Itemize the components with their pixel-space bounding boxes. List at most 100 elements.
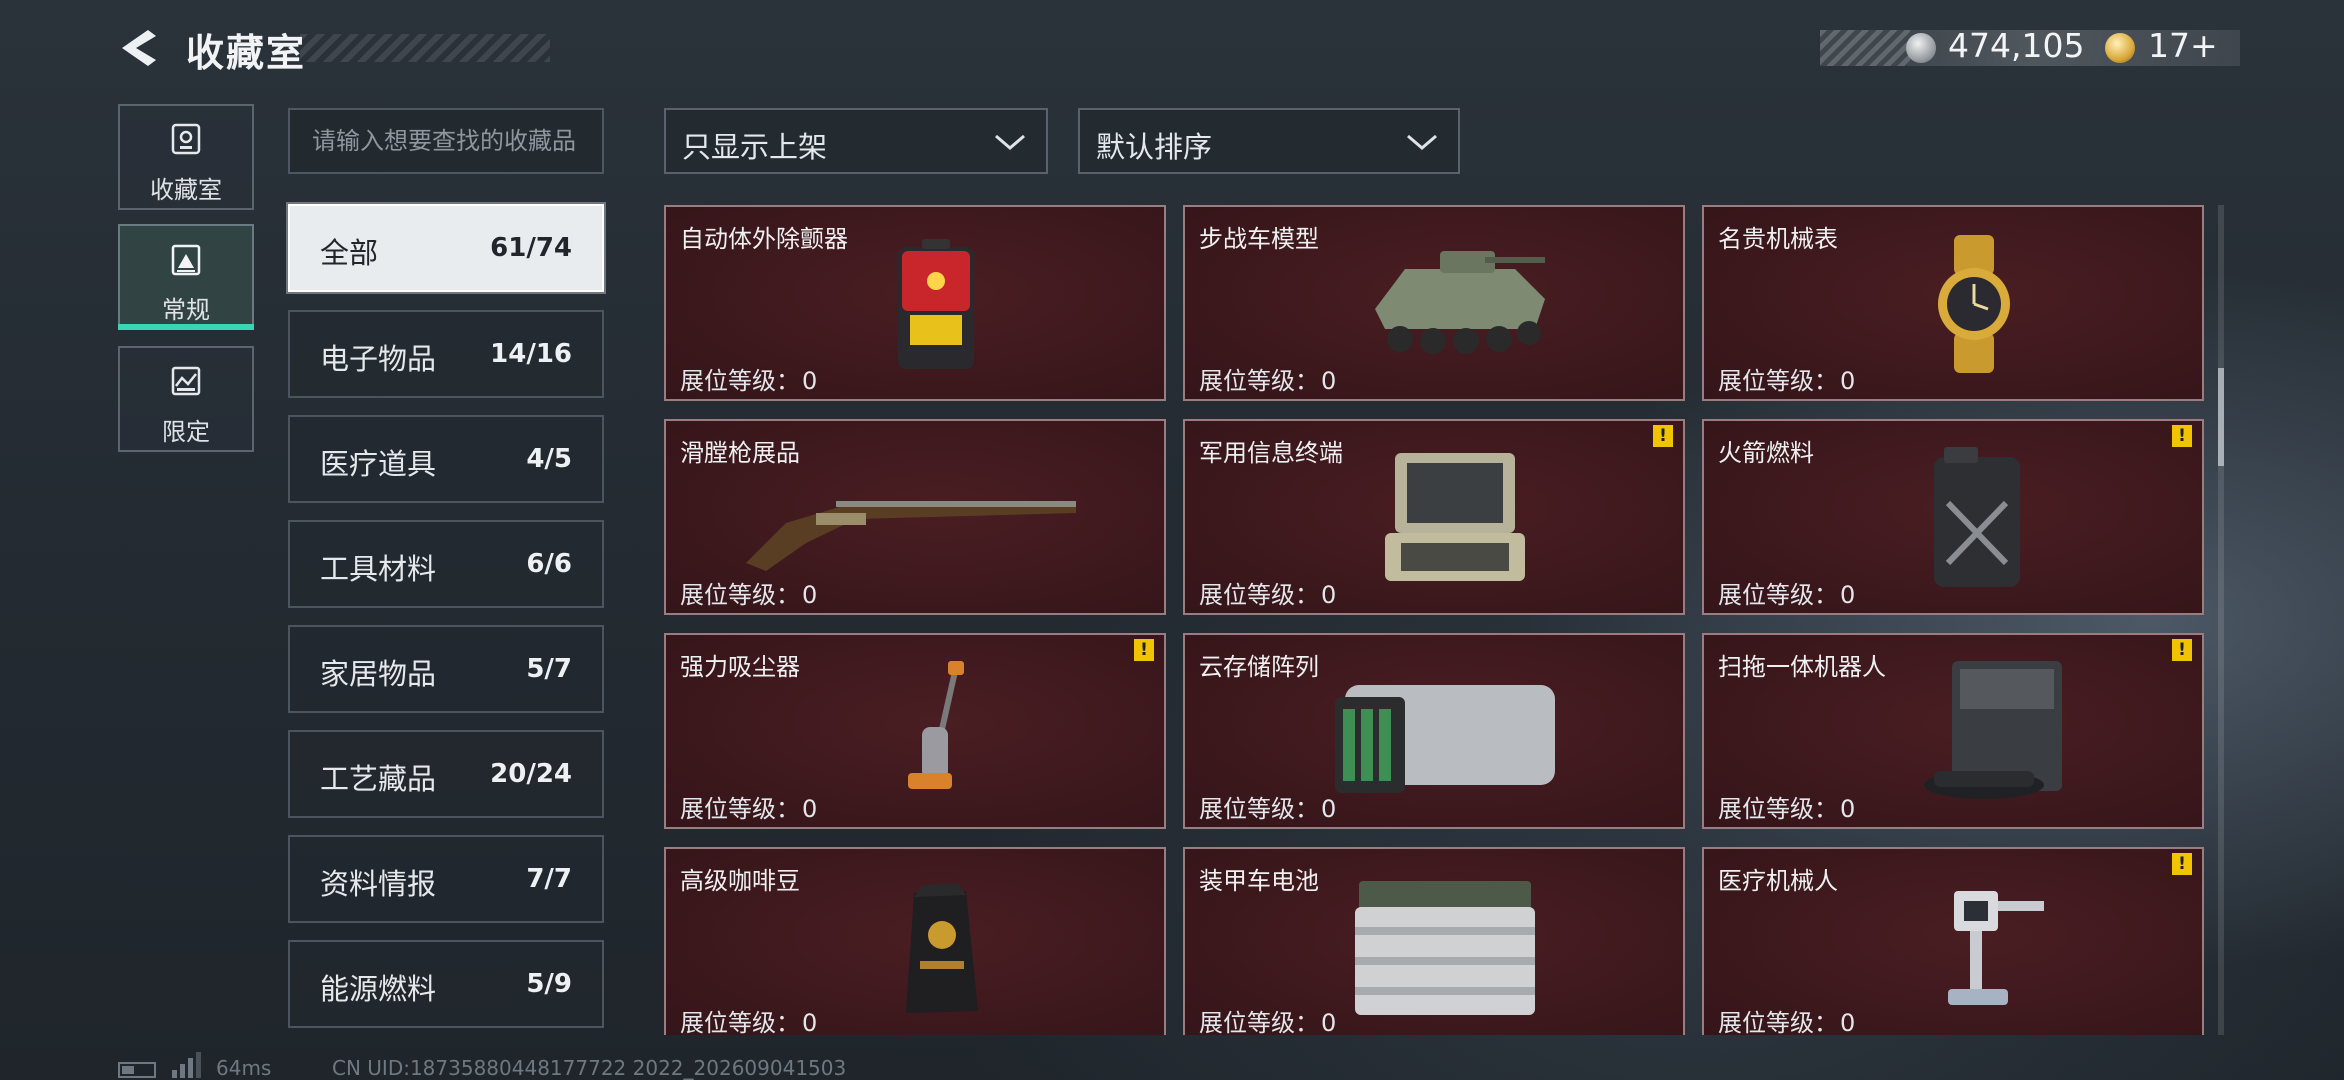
- category-label: 医疗道具: [320, 447, 437, 481]
- collection-card[interactable]: 自动体外除颤器 展位等级：0: [664, 205, 1166, 401]
- category-tools[interactable]: 工具材料 6/6: [288, 520, 604, 608]
- category-label: 电子物品: [320, 342, 437, 376]
- category-label: 全部: [320, 236, 379, 270]
- coffee-bag-icon: [906, 883, 978, 1013]
- warning-icon: !: [1134, 639, 1154, 661]
- booth-level: 展位等级：0: [1718, 1009, 1856, 1035]
- collection-card[interactable]: 火箭燃料 ! 展位等级：0: [1702, 419, 2204, 615]
- collection-card[interactable]: 扫拖一体机器人 ! 展位等级：0: [1702, 633, 2204, 829]
- military-terminal-icon: [1385, 453, 1525, 581]
- nav-label: 限定: [162, 418, 210, 446]
- search-input[interactable]: [288, 108, 604, 174]
- storage-array-icon: [1335, 685, 1555, 793]
- vacuum-cleaner-icon: [908, 661, 964, 789]
- back-arrow-icon[interactable]: [118, 26, 162, 70]
- nav-regular[interactable]: 常规: [118, 224, 254, 330]
- collection-card[interactable]: 步战车模型 展位等级：0: [1183, 205, 1685, 401]
- collection-card[interactable]: 云存储阵列 展位等级：0: [1183, 633, 1685, 829]
- nav-label: 常规: [162, 296, 210, 324]
- warning-icon: !: [2172, 853, 2192, 875]
- battery-status-icon: [118, 1062, 156, 1078]
- display-filter-dropdown[interactable]: 只显示上架: [664, 108, 1048, 174]
- item-name: 装甲车电池: [1199, 867, 1319, 895]
- category-label: 工艺藏品: [320, 762, 437, 796]
- sort-dropdown[interactable]: 默认排序: [1078, 108, 1460, 174]
- ping-value: 64ms: [216, 1056, 272, 1080]
- category-electronics[interactable]: 电子物品 14/16: [288, 310, 604, 398]
- category-medical[interactable]: 医疗道具 4/5: [288, 415, 604, 503]
- gold-coin-icon: [2105, 33, 2135, 63]
- display-filter-label: 只显示上架: [682, 130, 828, 164]
- category-all[interactable]: 全部 61/74: [288, 204, 604, 292]
- booth-level: 展位等级：0: [1718, 367, 1856, 395]
- category-count: 7/7: [526, 864, 572, 894]
- collection-card[interactable]: 装甲车电池 展位等级：0: [1183, 847, 1685, 1035]
- item-name: 自动体外除颤器: [680, 225, 848, 253]
- mopping-robot-icon: [1924, 661, 2062, 799]
- warning-icon: !: [2172, 639, 2192, 661]
- nav-collection-room[interactable]: 收藏室: [118, 104, 254, 210]
- category-label: 能源燃料: [320, 972, 437, 1006]
- category-count: 5/7: [526, 654, 572, 684]
- item-name: 扫拖一体机器人: [1718, 653, 1886, 681]
- nav-limited[interactable]: 限定: [118, 346, 254, 452]
- collection-card[interactable]: 军用信息终端 ! 展位等级：0: [1183, 419, 1685, 615]
- collection-card[interactable]: 滑膛枪展品 展位等级：0: [664, 419, 1166, 615]
- booth-level: 展位等级：0: [1718, 581, 1856, 609]
- currency-decoration: [1820, 30, 1910, 66]
- item-name: 云存储阵列: [1199, 653, 1319, 681]
- defibrillator-icon: [898, 239, 974, 369]
- chevron-down-icon: [995, 134, 1025, 150]
- luxury-watch-icon: [1938, 235, 2010, 373]
- trophy-icon: [171, 123, 201, 155]
- booth-level: 展位等级：0: [680, 1009, 818, 1035]
- chevron-down-icon: [1407, 134, 1437, 150]
- warning-icon: !: [1653, 425, 1673, 447]
- booth-level: 展位等级：0: [680, 367, 818, 395]
- category-count: 61/74: [490, 233, 572, 263]
- category-count: 5/9: [526, 969, 572, 999]
- category-label: 资料情报: [320, 867, 437, 901]
- silver-currency-value: 474,105: [1948, 26, 2085, 65]
- booth-level: 展位等级：0: [1718, 795, 1856, 823]
- category-household[interactable]: 家居物品 5/7: [288, 625, 604, 713]
- medical-robot-icon: [1948, 891, 2044, 1005]
- booth-level: 展位等级：0: [1199, 795, 1337, 823]
- ifv-model-icon: [1375, 251, 1545, 354]
- signal-icon: [172, 1052, 201, 1078]
- booth-level: 展位等级：0: [1199, 367, 1337, 395]
- category-count: 4/5: [526, 444, 572, 474]
- collection-card[interactable]: 高级咖啡豆 展位等级：0: [664, 847, 1166, 1035]
- category-crafts[interactable]: 工艺藏品 20/24: [288, 730, 604, 818]
- warning-icon: !: [2172, 425, 2192, 447]
- category-count: 6/6: [526, 549, 572, 579]
- rocket-fuel-can-icon: [1934, 447, 2020, 587]
- category-intel[interactable]: 资料情报 7/7: [288, 835, 604, 923]
- item-name: 强力吸尘器: [680, 653, 800, 681]
- booth-level: 展位等级：0: [1199, 581, 1337, 609]
- category-energy[interactable]: 能源燃料 5/9: [288, 940, 604, 1028]
- item-name: 步战车模型: [1199, 225, 1319, 253]
- nav-label: 收藏室: [150, 176, 222, 204]
- sort-label: 默认排序: [1096, 130, 1213, 164]
- silver-coin-icon: [1906, 33, 1936, 63]
- gold-currency-value[interactable]: 17+: [2148, 26, 2218, 65]
- category-count: 14/16: [490, 339, 572, 369]
- booth-level: 展位等级：0: [680, 581, 818, 609]
- item-name: 名贵机械表: [1718, 225, 1838, 253]
- category-count: 20/24: [490, 759, 572, 789]
- musket-icon: [746, 501, 1076, 571]
- grid-scroll-thumb[interactable]: [2218, 368, 2224, 466]
- collection-frame-icon: [171, 244, 201, 276]
- category-label: 工具材料: [320, 552, 437, 586]
- category-label: 家居物品: [320, 657, 437, 691]
- collection-card[interactable]: 医疗机械人 ! 展位等级：0: [1702, 847, 2204, 1035]
- item-name: 高级咖啡豆: [680, 867, 800, 895]
- booth-level: 展位等级：0: [680, 795, 818, 823]
- battery-icon: [1355, 881, 1535, 1015]
- grid-scrollbar[interactable]: [2218, 205, 2224, 1035]
- collection-card[interactable]: 名贵机械表 展位等级：0: [1702, 205, 2204, 401]
- item-name: 火箭燃料: [1718, 439, 1814, 467]
- collection-card[interactable]: 强力吸尘器 ! 展位等级：0: [664, 633, 1166, 829]
- collection-grid: 自动体外除颤器 展位等级：0 步战车模型 展位等级：0 名贵机械表 展位等级：0…: [664, 205, 2204, 1035]
